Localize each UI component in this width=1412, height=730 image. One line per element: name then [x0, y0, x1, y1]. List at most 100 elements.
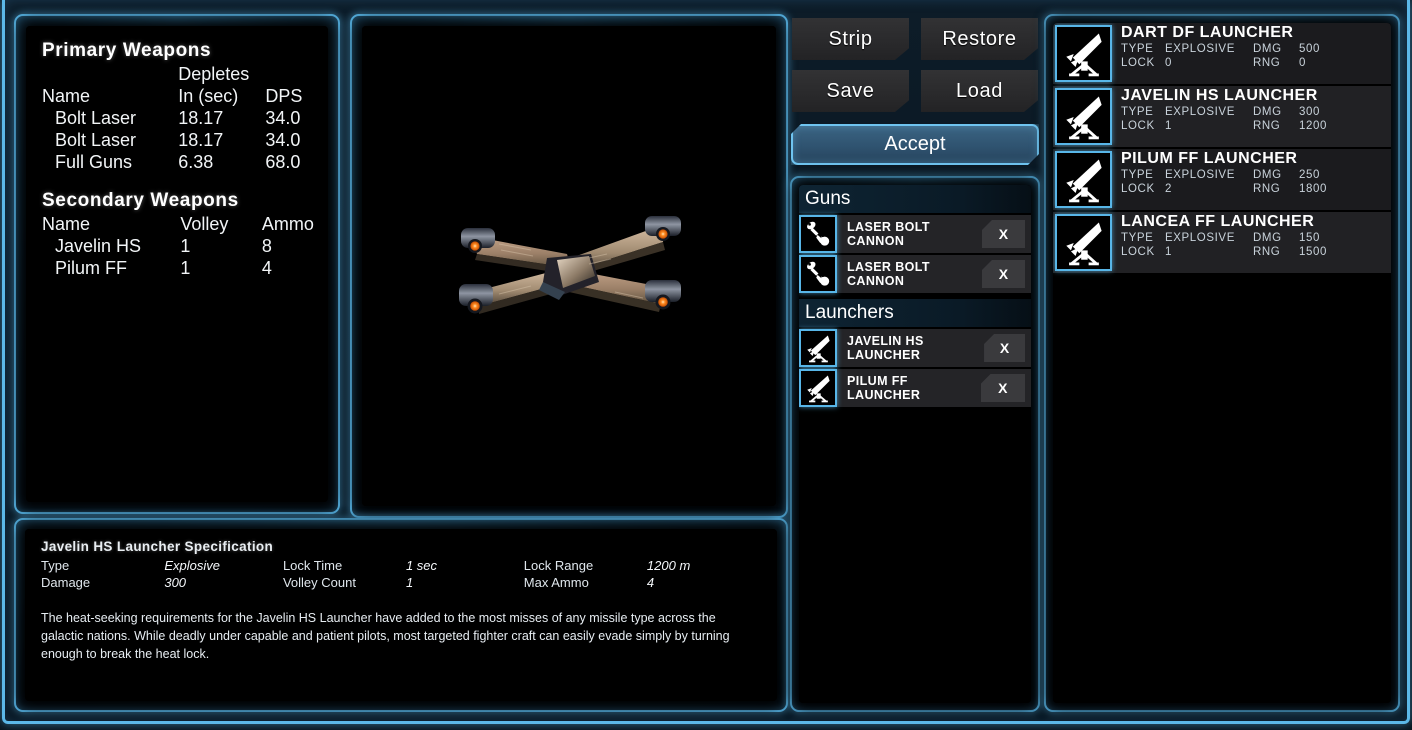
slot-item-name: LASER BOLT CANNON — [847, 220, 930, 248]
remove-slot-button[interactable]: X — [980, 374, 1025, 402]
spec-value-damage: 300 — [164, 575, 187, 590]
remove-slot-button[interactable]: X — [981, 260, 1025, 288]
spec-key-lock-range: Lock Range — [523, 558, 594, 573]
inventory-item-title: PILUM FF LAUNCHER — [1121, 150, 1298, 167]
inv-label-dmg: DMG — [1253, 43, 1282, 55]
inv-label-type: TYPE — [1121, 232, 1154, 244]
inv-label-type: TYPE — [1121, 169, 1154, 181]
inv-value-dmg: 150 — [1299, 232, 1320, 244]
secondary-row-0-name: Javelin HS — [55, 236, 142, 256]
gun-icon — [799, 215, 837, 253]
inv-value-lock: 1 — [1165, 246, 1172, 258]
inv-label-dmg: DMG — [1253, 106, 1282, 118]
inventory-item[interactable]: JAVELIN HS LAUNCHER TYPE EXPLOSIVE DMG 3… — [1053, 86, 1391, 147]
spec-value-max-ammo: 4 — [646, 575, 655, 590]
inv-value-rng: 1200 — [1299, 120, 1327, 132]
launcher-icon — [1055, 214, 1112, 271]
spec-value-lock-time: 1 sec — [405, 558, 438, 573]
loadout-group-guns-label: Guns — [799, 185, 1031, 213]
inv-value-lock: 1 — [1165, 120, 1172, 132]
spec-key-max-ammo: Max Ammo — [523, 575, 589, 590]
inv-label-dmg: DMG — [1253, 169, 1282, 181]
ship-viewport[interactable] — [362, 26, 776, 506]
primary-weapons-heading: Primary Weapons — [42, 40, 212, 61]
strip-button[interactable]: Strip — [792, 18, 909, 60]
weapon-stats-inner: Primary Weapons Depletes Name In (sec) D… — [26, 26, 328, 502]
table-row: TYPE EXPLOSIVE DMG 300 — [1121, 105, 1369, 119]
primary-weapons-table: Depletes Name In (sec) DPS Bolt Laser 18… — [42, 64, 320, 190]
primary-header-row-1: Depletes — [42, 64, 320, 86]
save-button[interactable]: Save — [792, 70, 909, 112]
inventory-item[interactable]: DART DF LAUNCHER TYPE EXPLOSIVE DMG 500 … — [1053, 23, 1391, 84]
inventory-inner: DART DF LAUNCHER TYPE EXPLOSIVE DMG 500 … — [1053, 23, 1391, 703]
remove-slot-button[interactable]: X — [981, 220, 1025, 248]
spec-description: The heat-seeking requirements for the Ja… — [41, 611, 730, 662]
loadout-group-launchers-label: Launchers — [799, 299, 1031, 327]
launcher-icon — [1055, 151, 1112, 208]
table-row: Javelin HS 1 8 — [42, 236, 320, 258]
secondary-row-1-ammo: 4 — [261, 258, 272, 278]
remove-slot-button[interactable]: X — [984, 334, 1025, 362]
list-item[interactable]: LASER BOLT CANNON X — [799, 215, 1031, 253]
table-row: LOCK 2 RNG 1800 — [1121, 182, 1369, 196]
launcher-icon — [1055, 88, 1112, 145]
table-row: Pilum FF 1 4 — [42, 258, 320, 280]
primary-col-name: Name — [42, 86, 91, 106]
primary-header-row-2: Name In (sec) DPS — [42, 86, 320, 108]
table-row: LOCK 1 RNG 1500 — [1121, 245, 1369, 259]
spec-key-lock-time: Lock Time — [282, 558, 343, 573]
weapon-stats-panel: Primary Weapons Depletes Name In (sec) D… — [14, 14, 340, 514]
ship-icon — [459, 216, 681, 314]
primary-row-2-dps: 68.0 — [265, 152, 301, 172]
inventory-item-title: JAVELIN HS LAUNCHER — [1121, 87, 1318, 104]
spec-key-damage: Damage — [41, 575, 91, 590]
spec-key-type: Type — [41, 558, 70, 573]
inv-value-dmg: 500 — [1299, 43, 1320, 55]
inv-value-type: EXPLOSIVE — [1165, 169, 1235, 181]
primary-col-dps: DPS — [265, 86, 303, 106]
ship-model — [439, 196, 699, 336]
inv-label-rng: RNG — [1253, 57, 1281, 69]
table-row: Full Guns 6.38 68.0 — [42, 152, 320, 174]
inv-value-rng: 0 — [1299, 57, 1306, 69]
launcher-icon — [799, 329, 837, 367]
load-button[interactable]: Load — [921, 70, 1038, 112]
inv-label-rng: RNG — [1253, 120, 1281, 132]
primary-row-0-name: Bolt Laser — [55, 108, 137, 128]
list-item[interactable]: JAVELIN HS LAUNCHER X — [799, 329, 1031, 367]
primary-col-blank — [42, 64, 178, 86]
primary-row-2-depletes: 6.38 — [178, 152, 214, 172]
accept-button[interactable]: Accept — [791, 124, 1039, 165]
inventory-item-title: LANCEA FF LAUNCHER — [1121, 213, 1315, 230]
ship-render-canvas[interactable] — [362, 26, 776, 506]
spec-value-lock-range: 1200 m — [646, 558, 691, 573]
inv-label-lock: LOCK — [1121, 246, 1155, 258]
secondary-row-0-ammo: 8 — [261, 236, 272, 256]
launcher-icon — [1055, 25, 1112, 82]
table-row: LOCK 0 RNG 0 — [1121, 56, 1369, 70]
table-row: Bolt Laser 18.17 34.0 — [42, 130, 320, 152]
ship-preview-panel — [350, 14, 788, 518]
list-item[interactable]: LASER BOLT CANNON X — [799, 255, 1031, 293]
gun-icon — [799, 255, 837, 293]
spec-title: Javelin HS Launcher Specification — [41, 539, 274, 554]
inv-label-type: TYPE — [1121, 43, 1154, 55]
inv-value-rng: 1500 — [1299, 246, 1327, 258]
table-spacer — [42, 174, 320, 190]
inventory-panel: DART DF LAUNCHER TYPE EXPLOSIVE DMG 500 … — [1044, 14, 1400, 712]
inv-label-type: TYPE — [1121, 106, 1154, 118]
spec-key-volley-count: Volley Count — [282, 575, 356, 590]
inventory-item[interactable]: PILUM FF LAUNCHER TYPE EXPLOSIVE DMG 250… — [1053, 149, 1391, 210]
primary-row-1-dps: 34.0 — [265, 130, 301, 150]
list-item[interactable]: PILUM FF LAUNCHER X — [799, 369, 1031, 407]
slot-item-name: PILUM FF LAUNCHER — [847, 374, 921, 402]
restore-button[interactable]: Restore — [921, 18, 1038, 60]
inv-value-type: EXPLOSIVE — [1165, 43, 1235, 55]
primary-row-0-depletes: 18.17 — [178, 108, 224, 128]
inventory-item[interactable]: LANCEA FF LAUNCHER TYPE EXPLOSIVE DMG 15… — [1053, 212, 1391, 273]
inv-value-type: EXPLOSIVE — [1165, 232, 1235, 244]
secondary-col-ammo: Ammo — [261, 214, 314, 234]
inv-value-type: EXPLOSIVE — [1165, 106, 1235, 118]
primary-row-2-name: Full Guns — [55, 152, 133, 172]
primary-col-depletes: Depletes — [178, 64, 250, 84]
